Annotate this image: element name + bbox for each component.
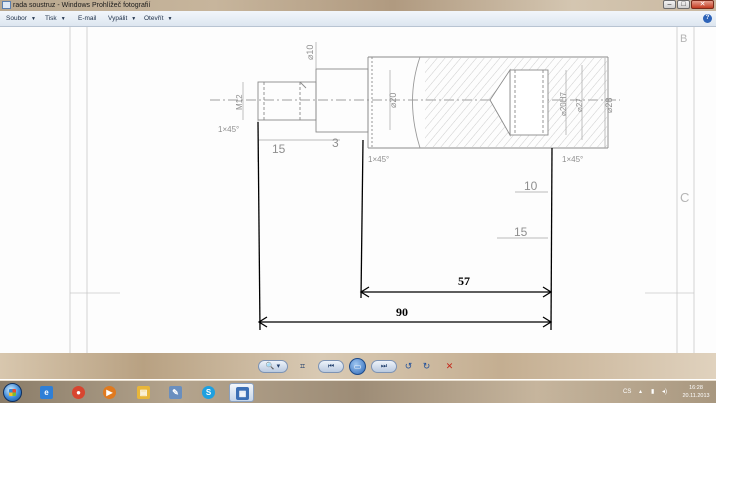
chevron-down-icon: ▼ bbox=[167, 16, 173, 22]
viewer-control-bar: 🔍 ▾ ⌗ ⏮ ▭ ⏭ ↺ ↻ ✕ bbox=[0, 353, 716, 379]
dim-d10: ⌀10 bbox=[305, 45, 315, 60]
show-hidden-icons-icon[interactable]: ▴ bbox=[639, 388, 642, 395]
help-icon[interactable]: ? bbox=[703, 14, 712, 23]
taskbar-item-ie[interactable]: e bbox=[34, 383, 59, 402]
zoom-button[interactable]: 🔍 ▾ bbox=[258, 360, 288, 373]
dim-chamfer-mid: 1×45° bbox=[368, 155, 389, 164]
photo-viewer-window: rada soustruz - Windows Prohlížeč fotogr… bbox=[0, 0, 716, 404]
menu-tisk[interactable]: Tisk ▼ bbox=[45, 11, 66, 27]
border-letter-b: B bbox=[680, 33, 687, 45]
previous-button[interactable]: ⏮ bbox=[318, 360, 344, 373]
battery-icon[interactable]: ▮ bbox=[651, 388, 654, 395]
menu-email[interactable]: E-mail bbox=[78, 11, 96, 26]
close-button[interactable]: ✕ bbox=[691, 0, 714, 9]
dim-d28: ⌀28 bbox=[604, 98, 614, 113]
photo-viewer-icon: ▦ bbox=[236, 387, 249, 400]
technical-drawing: B C ⌀10 M12 1×45° ⌀20 1×45° 15 3 ⌀20H7 ⌀… bbox=[69, 27, 695, 353]
system-tray: CS ▴ ▮ ◂) 16:28 20.11.2013 bbox=[615, 381, 716, 404]
dim-90: 90 bbox=[396, 305, 408, 319]
dim-10: 10 bbox=[524, 179, 538, 193]
clock-time: 16:28 bbox=[689, 385, 703, 391]
dim-chamfer-left: 1×45° bbox=[218, 125, 239, 134]
rotate-cw-icon[interactable]: ↻ bbox=[421, 361, 432, 372]
border-letter-c: C bbox=[680, 190, 689, 205]
taskbar-item-skype[interactable]: S bbox=[196, 383, 221, 402]
window-title: rada soustruz - Windows Prohlížeč fotogr… bbox=[13, 2, 151, 9]
dim-d20h7: ⌀20H7 bbox=[559, 92, 568, 116]
menu-otevrit[interactable]: Otevřít ▼ bbox=[144, 11, 172, 27]
clock-date: 20.11.2013 bbox=[682, 393, 710, 399]
maximize-button[interactable]: □ bbox=[677, 0, 690, 9]
skype-icon: S bbox=[202, 386, 215, 399]
minimize-button[interactable]: – bbox=[663, 0, 676, 9]
media-player-icon: ▶ bbox=[103, 386, 116, 399]
dim-chamfer-right: 1×45° bbox=[562, 155, 583, 164]
menu-bar: Soubor ▼ Tisk ▼ E-mail Vypálit ▼ Otevřít ▼ ? bbox=[0, 11, 716, 27]
chevron-down-icon: ▼ bbox=[131, 16, 137, 22]
taskbar-item-explorer[interactable]: ▤ bbox=[131, 383, 156, 402]
menu-soubor[interactable]: Soubor ▼ bbox=[6, 11, 36, 27]
taskbar-item-tool[interactable]: ✎ bbox=[163, 383, 188, 402]
delete-icon[interactable]: ✕ bbox=[444, 361, 455, 372]
slideshow-button[interactable]: ▭ bbox=[349, 358, 366, 375]
next-button[interactable]: ⏭ bbox=[371, 360, 397, 373]
taskbar: e ● ▶ ▤ ✎ S ▦ CS ▴ ▮ ◂) 16:28 20.11.2013 bbox=[0, 380, 716, 404]
blank-area bbox=[0, 403, 730, 482]
chevron-down-icon: ▼ bbox=[30, 16, 36, 22]
image-view[interactable]: B C ⌀10 M12 1×45° ⌀20 1×45° 15 3 ⌀20H7 ⌀… bbox=[0, 27, 716, 353]
tool-icon: ✎ bbox=[169, 386, 182, 399]
taskbar-item-media-player[interactable]: ▶ bbox=[97, 383, 122, 402]
app-icon bbox=[2, 1, 11, 9]
ie-icon: e bbox=[40, 386, 53, 399]
added-dimensions bbox=[257, 121, 553, 331]
title-bar[interactable]: rada soustruz - Windows Prohlížeč fotogr… bbox=[0, 0, 716, 11]
chrome-icon: ● bbox=[72, 386, 85, 399]
start-button[interactable] bbox=[3, 383, 22, 402]
volume-icon[interactable]: ◂) bbox=[662, 388, 667, 395]
folder-icon: ▤ bbox=[137, 386, 150, 399]
dim-3: 3 bbox=[332, 136, 339, 150]
menu-vypalit[interactable]: Vypálit ▼ bbox=[108, 11, 136, 27]
chevron-down-icon: ▼ bbox=[60, 16, 66, 22]
language-indicator[interactable]: CS bbox=[623, 381, 631, 404]
rotate-ccw-icon[interactable]: ↺ bbox=[403, 361, 414, 372]
fit-window-icon[interactable]: ⌗ bbox=[297, 361, 308, 372]
dim-15-left: 15 bbox=[272, 142, 286, 156]
dim-d27: ⌀27 bbox=[575, 98, 584, 112]
dim-57: 57 bbox=[458, 274, 470, 288]
dim-15-right: 15 bbox=[514, 225, 528, 239]
dim-d20: ⌀20 bbox=[388, 93, 398, 108]
taskbar-item-photo-viewer[interactable]: ▦ bbox=[229, 383, 254, 402]
dim-m12: M12 bbox=[235, 94, 244, 110]
taskbar-item-chrome[interactable]: ● bbox=[66, 383, 91, 402]
clock[interactable]: 16:28 20.11.2013 bbox=[677, 384, 715, 400]
